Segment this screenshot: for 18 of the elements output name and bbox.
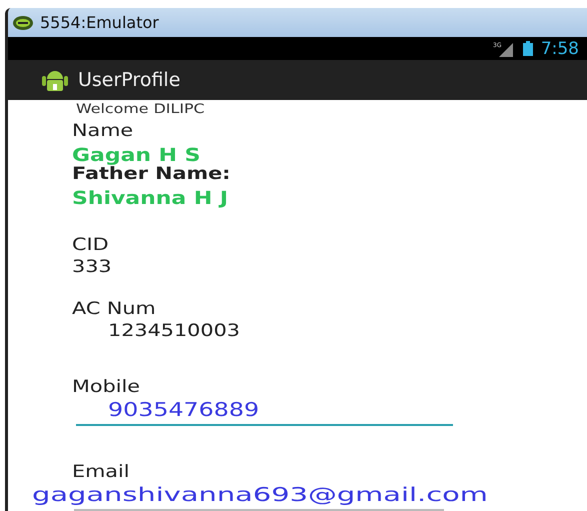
emulator-icon	[12, 14, 34, 30]
field-value: 1234510003	[108, 321, 240, 341]
field-label: Email	[72, 462, 130, 482]
clock-time: 7:58	[540, 38, 579, 58]
field-value: Gagan H S	[72, 145, 200, 166]
field-label: CID	[72, 235, 109, 255]
field-label: Father Name:	[72, 164, 230, 184]
field-label: Name	[72, 121, 134, 141]
field-value: Shivanna H J	[72, 188, 228, 209]
field-label: AC Num	[72, 299, 156, 319]
battery-icon	[522, 41, 533, 56]
app-title: UserProfile	[78, 69, 180, 91]
welcome-text: Welcome DILIPC	[76, 102, 205, 117]
field-value: 333	[72, 257, 112, 277]
field-label: Mobile	[72, 377, 140, 397]
text-field[interactable]: gaganshivanna693@gmail.com	[32, 484, 552, 511]
window-title: 5554:Emulator	[40, 13, 159, 32]
text-field[interactable]: 9035476889	[76, 399, 453, 426]
